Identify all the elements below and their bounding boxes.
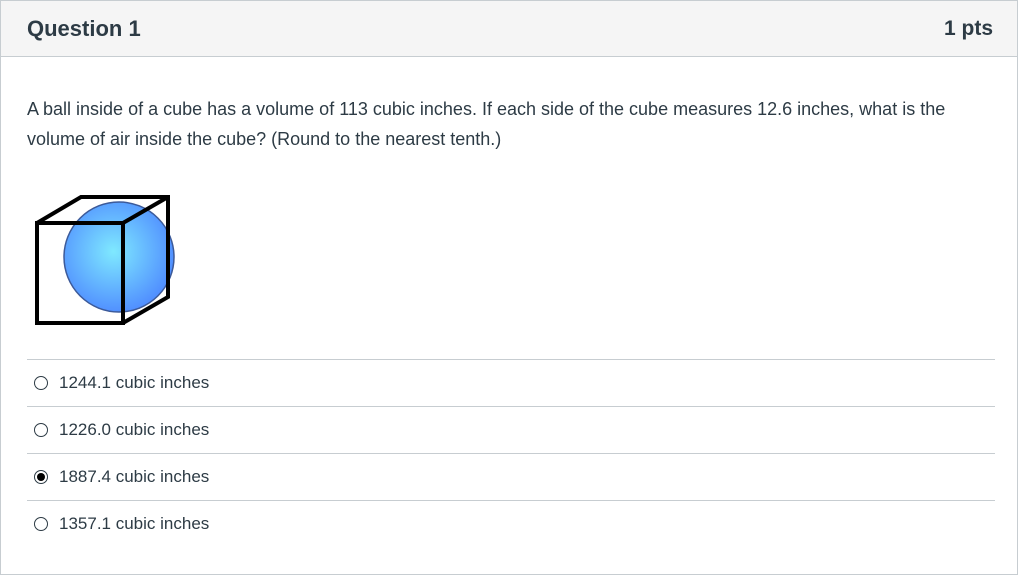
question-text: A ball inside of a cube has a volume of … [27, 99, 946, 149]
question-title: Question 1 [27, 15, 141, 41]
radio-button[interactable] [34, 423, 48, 437]
answer-label: 1226.0 cubic inches [59, 420, 210, 439]
answer-list: 1244.1 cubic inches 1226.0 cubic inches … [27, 359, 995, 547]
question-body: A ball inside of a cube has a volume of … [1, 57, 1017, 547]
question-header: Question 1 1 pts [1, 1, 1017, 57]
ball-inside-cube-figure [35, 194, 175, 329]
radio-button-selected[interactable] [34, 470, 48, 484]
answer-option[interactable]: 1357.1 cubic inches [27, 500, 995, 547]
answer-option[interactable]: 1244.1 cubic inches [27, 359, 995, 406]
ball-inside-cube-icon [35, 195, 175, 325]
answer-label: 1357.1 cubic inches [59, 514, 210, 533]
radio-dot [37, 473, 45, 481]
answer-label: 1887.4 cubic inches [59, 467, 210, 486]
answer-option[interactable]: 1887.4 cubic inches [27, 453, 995, 500]
radio-button[interactable] [34, 376, 48, 390]
answer-option[interactable]: 1226.0 cubic inches [27, 406, 995, 453]
answer-label: 1244.1 cubic inches [59, 373, 210, 392]
question-points: 1 pts [943, 16, 993, 40]
question-card: Question 1 1 pts A ball inside of a cube… [0, 0, 1018, 575]
radio-button[interactable] [34, 517, 48, 531]
